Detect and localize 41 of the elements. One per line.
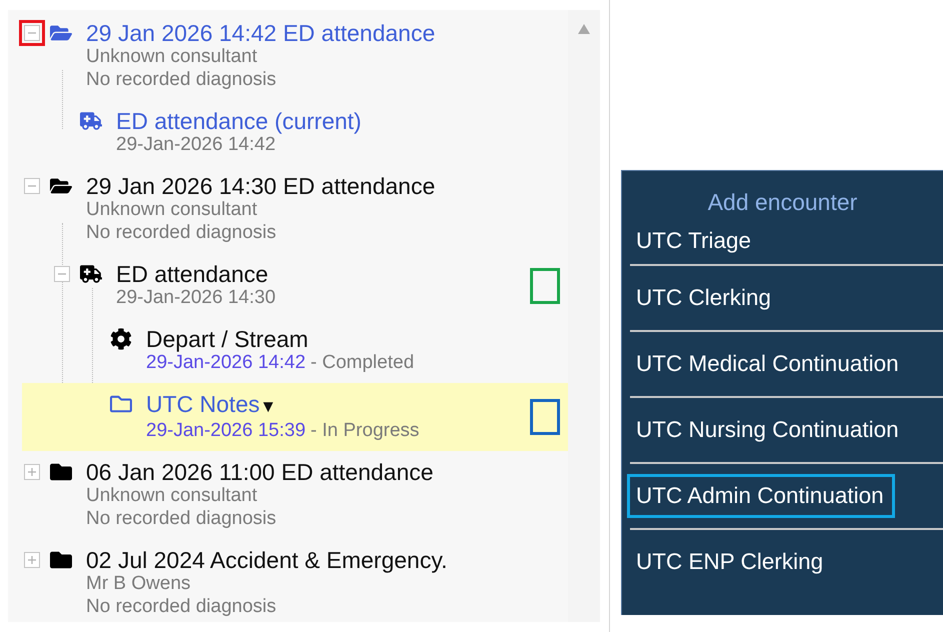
encounter-detail: No recorded diagnosis (86, 221, 276, 244)
encounter-detail: Unknown consultant (86, 484, 258, 507)
collapse-icon[interactable] (24, 25, 40, 41)
date-text: 29-Jan-2026 14:30 (116, 286, 276, 309)
menu-item[interactable]: UTC Clerking (627, 276, 782, 320)
menu-title: Add encounter (706, 188, 858, 214)
date-text: 29-Jan-2026 14:42 (146, 352, 306, 374)
encounter-title[interactable]: Depart / Stream (146, 327, 308, 351)
encounter-title[interactable]: 29 Jan 2026 14:30 ED attendance (86, 174, 436, 198)
date-text: 29-Jan-2026 15:39 (146, 419, 306, 442)
encounter-title[interactable]: 29 Jan 2026 14:42 ED attendance (86, 21, 436, 45)
encounter-detail: Mr B Owens (86, 572, 191, 595)
encounter-title[interactable]: 06 Jan 2026 11:00 ED attendance (86, 460, 434, 484)
encounter-title[interactable]: 02 Jul 2024 Accident & Emergency. (86, 548, 448, 572)
collapse-icon[interactable] (24, 178, 40, 194)
menu-item[interactable]: UTC Admin Continuation (627, 474, 895, 518)
encounter-detail: No recorded diagnosis (86, 507, 276, 530)
folder-icon (50, 549, 72, 571)
encounter-title[interactable]: UTC Notes▼ (146, 392, 277, 419)
folder-icon (110, 393, 132, 415)
encounter-detail: Unknown consultant (86, 45, 258, 68)
date-text: 29-Jan-2026 14:42 (116, 134, 276, 156)
ambulance-icon (80, 263, 102, 285)
status-text: - Completed (310, 351, 414, 374)
menu-item[interactable]: UTC Medical Continuation (627, 342, 910, 386)
ambulance-icon (80, 110, 102, 132)
encounter-title[interactable]: ED attendance (116, 262, 268, 286)
scroll-up-icon[interactable] (578, 24, 590, 34)
encounter-title[interactable]: ED attendance (current) (116, 109, 362, 133)
encounter-detail: No recorded diagnosis (86, 68, 276, 91)
gear-icon (110, 328, 132, 350)
expand-icon[interactable] (24, 552, 40, 568)
status-text: - In Progress (310, 419, 420, 442)
folder-icon (50, 461, 72, 483)
menu-item[interactable]: UTC Nursing Continuation (627, 408, 910, 452)
collapse-icon[interactable] (54, 266, 70, 282)
menu-item[interactable]: UTC ENP Clerking (627, 540, 834, 584)
menu-item[interactable]: UTC Triage (627, 219, 762, 263)
encounter-detail: No recorded diagnosis (86, 595, 276, 618)
expand-icon[interactable] (24, 464, 40, 480)
encounter-detail: Unknown consultant (86, 198, 258, 221)
